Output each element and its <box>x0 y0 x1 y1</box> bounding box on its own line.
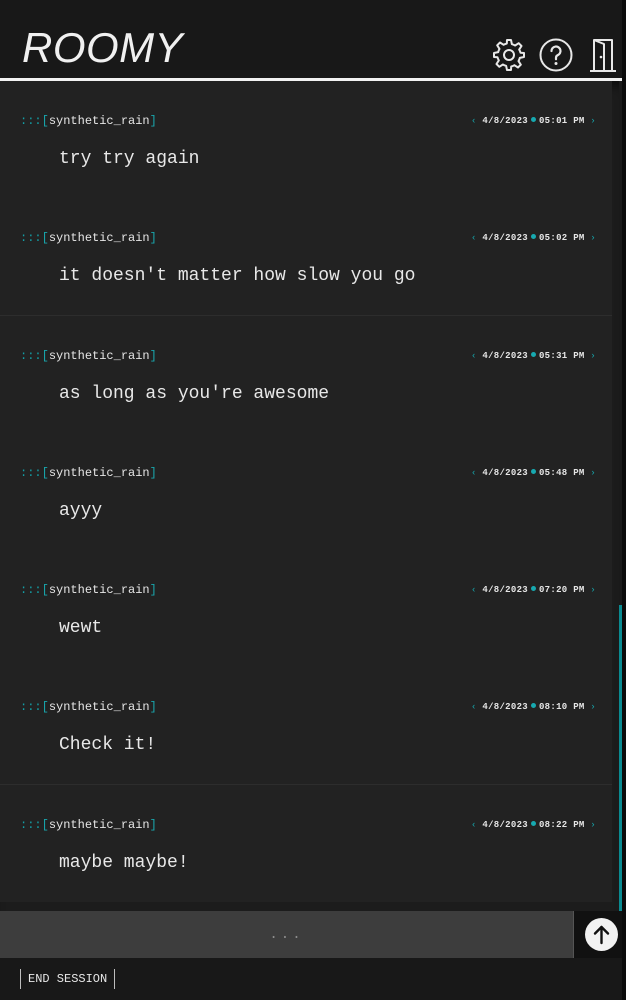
message-timestamp: ‹ 4/8/2023 07:20 PM › <box>470 585 596 595</box>
message-text: it doesn't matter how slow you go <box>59 266 416 286</box>
message-author: :::[synthetic_rain] <box>20 349 157 363</box>
message-author: :::[synthetic_rain] <box>20 231 157 245</box>
exit-door-icon <box>590 39 616 72</box>
message-item: :::[synthetic_rain] ‹ 4/8/2023 08:10 PM ›… <box>0 667 612 785</box>
message-timestamp: ‹ 4/8/2023 05:31 PM › <box>470 351 596 361</box>
right-edge <box>622 0 626 1000</box>
app-header: ROOMY <box>0 0 626 81</box>
message-text: ayyy <box>59 501 103 521</box>
message-item: :::[synthetic_rain] ‹ 4/8/2023 05:01 PM ›… <box>0 81 612 199</box>
message-timestamp: ‹ 4/8/2023 05:02 PM › <box>470 233 596 243</box>
settings-button[interactable] <box>491 37 527 73</box>
message-item: :::[synthetic_rain] ‹ 4/8/2023 05:31 PM ›… <box>0 316 612 434</box>
message-timestamp: ‹ 4/8/2023 05:01 PM › <box>470 116 596 126</box>
message-input[interactable] <box>0 911 573 958</box>
app-title: ROOMY <box>22 24 184 71</box>
message-author: :::[synthetic_rain] <box>20 466 157 480</box>
message-text: wewt <box>59 618 103 638</box>
message-feed[interactable]: :::[synthetic_rain] ‹ 4/8/2023 05:01 PM ›… <box>0 81 620 911</box>
message-author: :::[synthetic_rain] <box>20 583 157 597</box>
exit-button[interactable] <box>585 37 621 73</box>
end-session-button[interactable]: END SESSION <box>20 969 116 989</box>
message-text: Check it! <box>59 735 157 755</box>
dot-separator-icon <box>530 234 536 239</box>
scroll-top-button[interactable] <box>573 911 626 958</box>
dot-separator-icon <box>530 117 536 122</box>
message-text: maybe maybe! <box>59 853 189 873</box>
message-timestamp: ‹ 4/8/2023 08:10 PM › <box>470 702 596 712</box>
message-author: :::[synthetic_rain] <box>20 818 157 832</box>
dot-separator-icon <box>530 352 536 357</box>
dot-separator-icon <box>530 469 536 474</box>
dot-separator-icon <box>530 821 536 826</box>
message-author: :::[synthetic_rain] <box>20 700 157 714</box>
message-text: try try again <box>59 149 200 169</box>
help-button[interactable] <box>538 37 574 73</box>
message-text: as long as you're awesome <box>59 384 330 404</box>
dot-separator-icon <box>530 703 536 708</box>
gear-icon <box>493 39 525 71</box>
message-timestamp: ‹ 4/8/2023 05:48 PM › <box>470 468 596 478</box>
arrow-up-icon <box>585 918 618 951</box>
dot-separator-icon <box>530 586 536 591</box>
help-icon <box>539 38 573 72</box>
message-item: :::[synthetic_rain] ‹ 4/8/2023 05:48 PM ›… <box>0 433 612 551</box>
message-item: :::[synthetic_rain] ‹ 4/8/2023 08:22 PM ›… <box>0 785 612 902</box>
message-item: :::[synthetic_rain] ‹ 4/8/2023 05:02 PM ›… <box>0 198 612 316</box>
message-author: :::[synthetic_rain] <box>20 114 157 128</box>
message-timestamp: ‹ 4/8/2023 08:22 PM › <box>470 820 596 830</box>
message-item: :::[synthetic_rain] ‹ 4/8/2023 07:20 PM ›… <box>0 550 612 668</box>
